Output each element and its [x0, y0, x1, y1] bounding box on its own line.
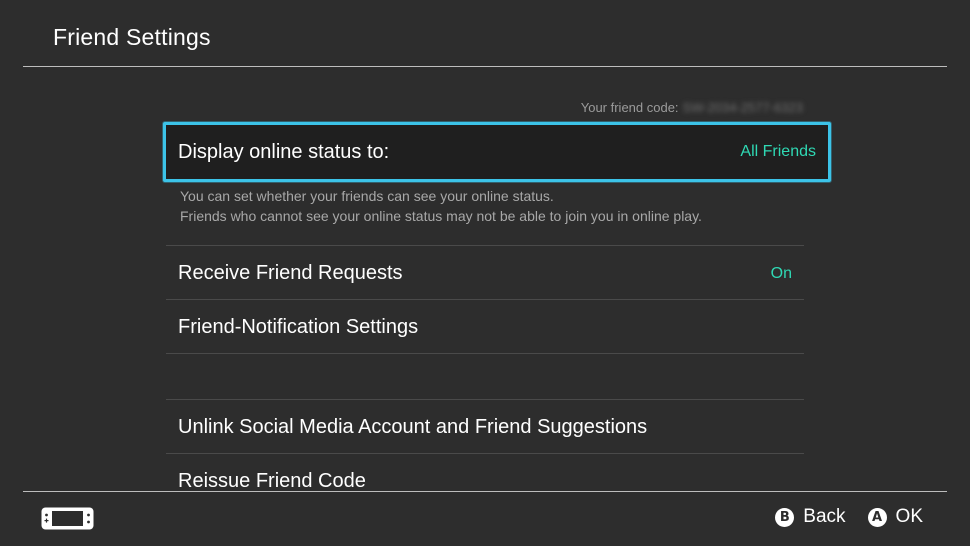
friend-code-label: Your friend code:	[580, 100, 679, 115]
description-line-2: Friends who cannot see your online statu…	[180, 208, 702, 224]
display-online-status-value: All Friends	[740, 143, 816, 160]
back-label: Back	[803, 506, 846, 527]
list-divider	[166, 453, 804, 454]
footer-button-group: B Back A OK	[775, 506, 923, 528]
display-online-status-description: You can set whether your friends can see…	[180, 186, 702, 226]
friend-notification-settings-label: Friend-Notification Settings	[178, 316, 419, 338]
unlink-social-media-label: Unlink Social Media Account and Friend S…	[178, 416, 648, 438]
receive-friend-requests-item[interactable]: Receive Friend Requests On	[166, 247, 804, 300]
list-divider	[166, 399, 804, 400]
handheld-console-icon	[41, 507, 94, 530]
list-divider	[166, 299, 804, 300]
footer-bar: B Back A OK	[0, 492, 970, 546]
back-button[interactable]: B Back	[775, 506, 846, 528]
unlink-social-media-item[interactable]: Unlink Social Media Account and Friend S…	[166, 401, 804, 454]
display-online-status-label: Display online status to:	[178, 140, 390, 163]
reissue-friend-code-item[interactable]: Reissue Friend Code	[166, 455, 804, 490]
ok-label: OK	[895, 506, 923, 527]
b-button-icon: B	[775, 507, 795, 527]
ok-button[interactable]: A OK	[867, 506, 923, 528]
description-line-1: You can set whether your friends can see…	[180, 188, 554, 204]
reissue-friend-code-label: Reissue Friend Code	[178, 470, 366, 490]
a-button-icon: A	[867, 507, 887, 527]
list-divider	[166, 353, 804, 354]
friend-code-display: Your friend code: SW-2034-2577-6323	[581, 100, 803, 115]
display-online-status-item[interactable]: Display online status to: All Friends	[163, 122, 831, 182]
receive-friend-requests-label: Receive Friend Requests	[178, 262, 403, 284]
receive-friend-requests-value: On	[770, 264, 792, 282]
friend-notification-settings-item[interactable]: Friend-Notification Settings	[166, 301, 804, 354]
list-divider	[166, 245, 804, 246]
settings-scroll-area[interactable]: Your friend code: SW-2034-2577-6323 Disp…	[0, 0, 970, 490]
friend-code-value: SW-2034-2577-6323	[682, 100, 803, 115]
